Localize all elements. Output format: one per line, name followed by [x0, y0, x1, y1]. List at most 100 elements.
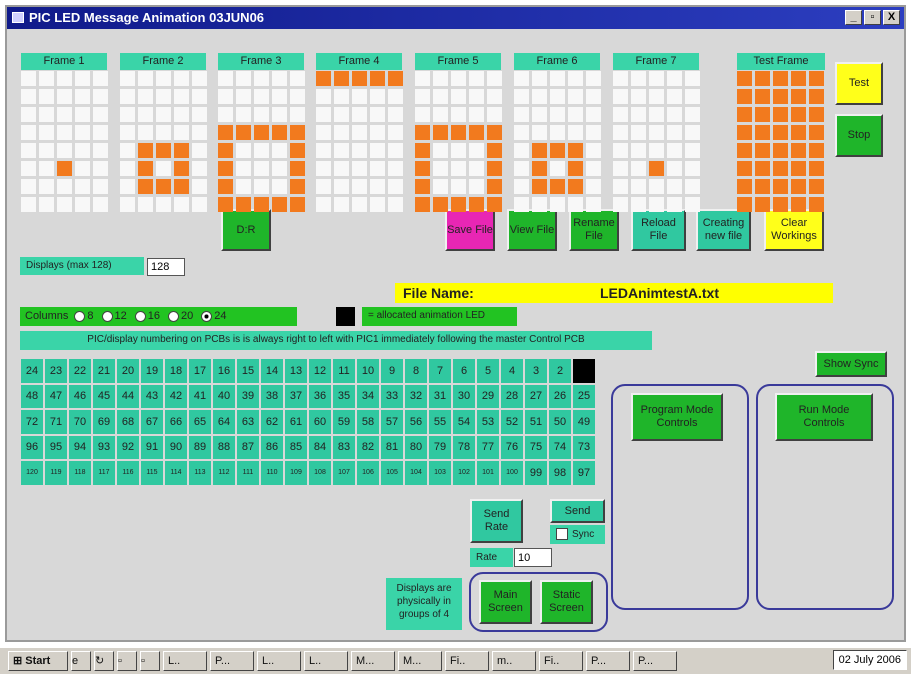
led-cell[interactable] — [631, 143, 646, 158]
display-number-cell[interactable]: 9 — [381, 359, 403, 383]
save-file-button[interactable]: Save File — [445, 209, 495, 251]
led-cell[interactable] — [57, 107, 72, 122]
led-cell[interactable] — [272, 179, 287, 194]
led-cell[interactable] — [352, 89, 367, 104]
display-number-cell[interactable]: 85 — [285, 435, 307, 459]
led-cell[interactable] — [352, 179, 367, 194]
led-cell[interactable] — [370, 89, 385, 104]
led-cell[interactable] — [613, 197, 628, 212]
display-number-cell[interactable]: 63 — [237, 410, 259, 434]
columns-option-24[interactable]: 24 — [201, 310, 227, 322]
led-cell[interactable] — [550, 143, 565, 158]
display-number-cell[interactable]: 106 — [357, 461, 379, 485]
led-cell[interactable] — [469, 125, 484, 140]
led-cell[interactable] — [21, 197, 36, 212]
led-cell[interactable] — [254, 107, 269, 122]
led-cell[interactable] — [316, 143, 331, 158]
led-cell[interactable] — [415, 197, 430, 212]
led-cell[interactable] — [21, 89, 36, 104]
led-cell[interactable] — [809, 179, 824, 194]
led-cell[interactable] — [138, 161, 153, 176]
led-cell[interactable] — [433, 197, 448, 212]
rename-file-button[interactable]: Rename File — [569, 209, 619, 251]
led-cell[interactable] — [415, 161, 430, 176]
display-number-cell[interactable]: 101 — [477, 461, 499, 485]
display-number-cell[interactable]: 38 — [261, 384, 283, 408]
led-cell[interactable] — [290, 89, 305, 104]
led-cell[interactable] — [667, 197, 682, 212]
led-cell[interactable] — [685, 197, 700, 212]
led-cell[interactable] — [174, 179, 189, 194]
led-cell[interactable] — [586, 161, 601, 176]
led-cell[interactable] — [192, 71, 207, 86]
display-number-cell[interactable]: 114 — [165, 461, 187, 485]
led-cell[interactable] — [138, 179, 153, 194]
display-number-cell[interactable]: 116 — [117, 461, 139, 485]
display-number-cell[interactable]: 22 — [69, 359, 91, 383]
columns-option-12[interactable]: 12 — [101, 310, 127, 322]
display-number-cell[interactable]: 113 — [189, 461, 211, 485]
led-cell[interactable] — [755, 143, 770, 158]
led-cell[interactable] — [352, 161, 367, 176]
display-number-cell[interactable]: 118 — [69, 461, 91, 485]
led-cell[interactable] — [218, 161, 233, 176]
led-cell[interactable] — [388, 161, 403, 176]
led-cell[interactable] — [290, 161, 305, 176]
led-cell[interactable] — [57, 71, 72, 86]
display-number-cell[interactable]: 98 — [549, 461, 571, 485]
display-number-cell[interactable]: 64 — [213, 410, 235, 434]
led-cell[interactable] — [236, 161, 251, 176]
led-cell[interactable] — [649, 89, 664, 104]
display-number-cell[interactable]: 29 — [477, 384, 499, 408]
display-number-cell[interactable]: 3 — [525, 359, 547, 383]
led-cell[interactable] — [737, 71, 752, 86]
radio-icon[interactable] — [201, 310, 213, 322]
display-number-cell[interactable]: 35 — [333, 384, 355, 408]
led-cell[interactable] — [586, 143, 601, 158]
led-cell[interactable] — [352, 143, 367, 158]
display-number-cell[interactable]: 17 — [189, 359, 211, 383]
display-number-cell[interactable]: 109 — [285, 461, 307, 485]
led-cell[interactable] — [39, 125, 54, 140]
led-cell[interactable] — [75, 71, 90, 86]
led-cell[interactable] — [138, 107, 153, 122]
led-cell[interactable] — [791, 143, 806, 158]
display-number-cell[interactable]: 108 — [309, 461, 331, 485]
led-cell[interactable] — [809, 125, 824, 140]
display-number-cell[interactable]: 93 — [93, 435, 115, 459]
led-cell[interactable] — [370, 179, 385, 194]
display-number-cell[interactable]: 52 — [501, 410, 523, 434]
led-cell[interactable] — [685, 89, 700, 104]
display-number-cell[interactable]: 32 — [405, 384, 427, 408]
create-file-button[interactable]: Creating new file — [696, 209, 751, 251]
led-cell[interactable] — [334, 161, 349, 176]
led-cell[interactable] — [809, 197, 824, 212]
display-number-cell[interactable]: 73 — [573, 435, 595, 459]
display-number-cell[interactable]: 4 — [501, 359, 523, 383]
led-cell[interactable] — [613, 89, 628, 104]
close-button[interactable]: X — [883, 10, 900, 25]
led-cell[interactable] — [290, 125, 305, 140]
led-cell[interactable] — [254, 125, 269, 140]
led-cell[interactable] — [685, 161, 700, 176]
led-cell[interactable] — [755, 107, 770, 122]
display-number-cell[interactable]: 21 — [93, 359, 115, 383]
led-cell[interactable] — [451, 125, 466, 140]
led-cell[interactable] — [272, 161, 287, 176]
led-cell[interactable] — [469, 71, 484, 86]
led-cell[interactable] — [352, 197, 367, 212]
led-cell[interactable] — [550, 179, 565, 194]
led-cell[interactable] — [93, 143, 108, 158]
minimize-button[interactable]: _ — [845, 10, 862, 25]
led-cell[interactable] — [156, 89, 171, 104]
led-cell[interactable] — [755, 161, 770, 176]
led-cell[interactable] — [791, 179, 806, 194]
display-number-cell[interactable]: 25 — [573, 384, 595, 408]
led-cell[interactable] — [667, 161, 682, 176]
led-cell[interactable] — [809, 71, 824, 86]
test-button[interactable]: Test — [835, 62, 883, 105]
led-cell[interactable] — [75, 179, 90, 194]
led-cell[interactable] — [433, 89, 448, 104]
led-cell[interactable] — [57, 143, 72, 158]
display-number-cell[interactable]: 110 — [261, 461, 283, 485]
